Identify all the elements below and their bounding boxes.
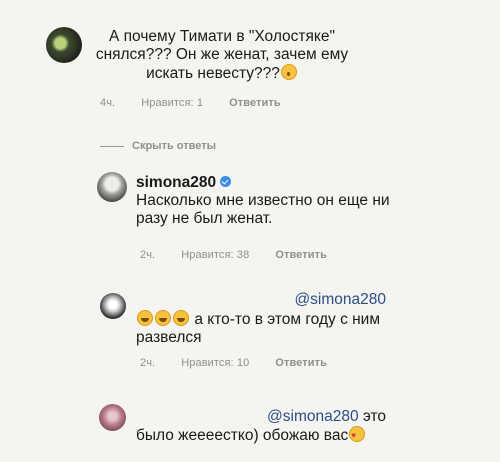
reply-button[interactable]: Ответить [275,357,327,369]
mention-link[interactable]: @simona280 [267,408,359,425]
timestamp: 4ч. [100,97,116,109]
tears-of-joy-emoji-icon [173,310,189,326]
reply-button[interactable]: Ответить [275,249,327,261]
reply-text: а кто-то в этом году с ним развелся [136,310,396,347]
comment-text: А почему Тимати в "Холостяке" снялся??? … [88,28,356,83]
reply-button[interactable]: Ответить [229,97,281,109]
likes-count[interactable]: Нравится: 38 [181,249,249,261]
divider-line [100,145,124,147]
avatar[interactable] [97,172,127,202]
reply-meta: 2ч. Нравится: 38 Ответить [140,244,353,266]
verified-badge-icon [220,176,232,187]
hide-replies-label[interactable]: Скрыть ответы [132,140,216,152]
mention-link[interactable]: @simona280 [294,291,386,308]
likes-count[interactable]: Нравится: 10 [181,357,249,369]
reply-text: simona280 Насколько мне известно он еще … [136,174,396,228]
reply-body-part: это [358,408,386,425]
mention-line: @simona280 [136,291,386,309]
avatar[interactable] [100,293,126,319]
reply-body: было жеееестко) обожаю вас [136,427,349,444]
comment-body: А почему Тимати в "Холостяке" снялся??? … [95,28,349,82]
reply-text: @simona280 это [136,408,386,426]
comment-meta: 4ч. Нравится: 1 Ответить [100,97,281,109]
reply-text-line2: было жеееестко) обожаю вас [136,426,396,445]
heart-eyes-emoji-icon [349,426,366,445]
reply-meta: 2ч. Нравится: 10 Ответить [140,357,327,369]
reply-body: Насколько мне известно он еще ни разу не… [136,192,390,227]
timestamp: 2ч. [140,249,156,261]
likes-count[interactable]: Нравится: 1 [141,97,203,109]
tears-of-joy-emoji-icon [155,310,171,326]
hide-replies-toggle[interactable]: Скрыть ответы [100,140,216,152]
avatar[interactable] [99,404,126,431]
astonished-emoji-icon [280,64,297,80]
username[interactable]: simona280 [136,174,216,191]
avatar[interactable] [46,27,82,63]
tears-of-joy-emoji-icon [137,310,153,326]
timestamp: 2ч. [140,357,156,369]
